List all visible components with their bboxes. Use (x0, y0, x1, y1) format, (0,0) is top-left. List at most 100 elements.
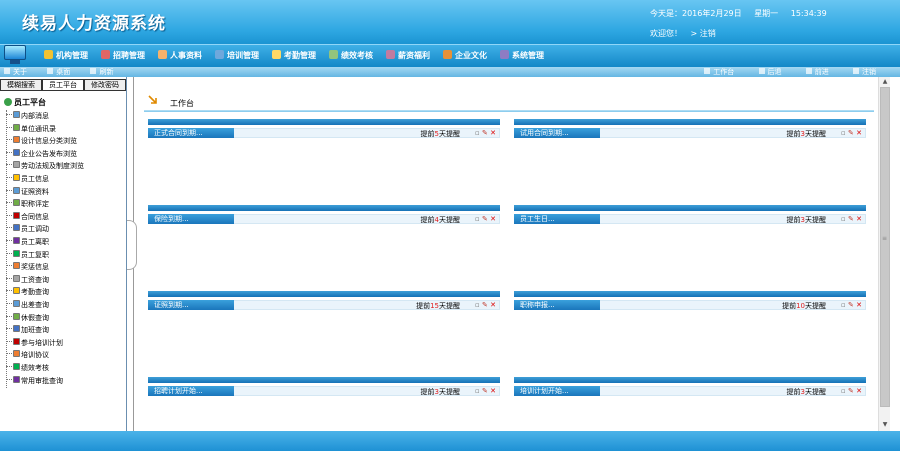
menu-item-0[interactable]: 机构管理 (44, 50, 88, 61)
menu-item-1[interactable]: 招聘管理 (101, 50, 145, 61)
minimize-icon[interactable]: ▫ (475, 387, 480, 395)
tree-item[interactable]: 工资查询 (6, 274, 49, 285)
tree-root[interactable]: 员工平台 (4, 97, 46, 108)
panel-title[interactable]: 职称申报... (514, 300, 600, 310)
tab-change-password[interactable]: 修改密码 (84, 79, 126, 91)
close-icon[interactable]: ✕ (490, 215, 496, 223)
refresh-button[interactable]: 刷新 (90, 68, 113, 76)
tree-item[interactable]: 设计信息分类浏览 (6, 136, 77, 146)
tree-item-icon (13, 211, 20, 219)
tree-item[interactable]: 加班查询 (6, 325, 49, 335)
home-icon (704, 68, 711, 74)
tab-employee-platform[interactable]: 员工平台 (42, 79, 84, 91)
header: 续易人力资源系统 今天是：2016年2月29日 星期一 15:34:39 欢迎您… (0, 0, 900, 44)
monitor-icon (4, 45, 26, 65)
minimize-icon[interactable]: ▫ (841, 129, 846, 137)
close-icon[interactable]: ✕ (490, 129, 496, 137)
today-date: 今天是：2016年2月29日 (650, 9, 742, 18)
reminder-panel: 保险到期... 提前4天提醒 ▫ ✎ ✕ (148, 205, 500, 285)
menu-item-3[interactable]: 培训管理 (215, 50, 259, 61)
minimize-icon[interactable]: ▫ (841, 387, 846, 395)
tree-item[interactable]: 奖惩信息 (6, 262, 49, 272)
close-icon[interactable]: ✕ (490, 301, 496, 309)
edit-icon[interactable]: ✎ (482, 387, 488, 395)
tree-item[interactable]: 休假查询 (6, 312, 49, 323)
menu-item-5[interactable]: 绩效考核 (329, 50, 373, 61)
minimize-icon[interactable]: ▫ (475, 301, 480, 309)
tree-item[interactable]: 参与培训计划 (6, 337, 63, 348)
panel-title[interactable]: 员工生日... (514, 214, 600, 224)
minimize-icon[interactable]: ▫ (841, 301, 846, 309)
tree-item[interactable]: 员工信息 (6, 174, 49, 184)
panel-title[interactable]: 保险到期... (148, 214, 234, 224)
tree-item[interactable]: 培训协议 (6, 350, 49, 360)
tree-item-label: 绩效考核 (21, 364, 49, 372)
close-icon[interactable]: ✕ (856, 129, 862, 137)
desktop-button[interactable]: 桌面 (47, 68, 70, 76)
edit-icon[interactable]: ✎ (482, 301, 488, 309)
logout-link[interactable]: > 注销 (691, 29, 716, 38)
tree-item-label: 职称评定 (21, 200, 49, 209)
panel-title[interactable]: 正式合同到期... (148, 128, 234, 138)
tree-item[interactable]: 劳动法规及制度浏览 (6, 161, 84, 171)
reminder-setting: 提前3天提醒 (786, 388, 826, 396)
back-icon (758, 68, 765, 74)
tree-item[interactable]: 绩效考核 (6, 363, 49, 373)
edit-icon[interactable]: ✎ (848, 129, 854, 137)
scroll-down-icon[interactable]: ▼ (881, 422, 889, 428)
menu-item-2[interactable]: 人事资料 (158, 50, 202, 61)
tree-item-icon (13, 249, 20, 257)
menu-icon (329, 50, 338, 59)
forward-button[interactable]: 前进 (805, 68, 829, 76)
welcome-text: 欢迎您！ (650, 29, 682, 38)
close-icon[interactable]: ✕ (856, 387, 862, 395)
tree-item[interactable]: 证照资料 (6, 186, 49, 197)
menu-item-4[interactable]: 考勤管理 (272, 50, 316, 61)
tree-item[interactable]: 常用审批查询 (6, 375, 63, 386)
workbench-button[interactable]: 工作台 (704, 68, 734, 76)
tree-item-icon (13, 287, 20, 295)
sidebar-collapse-handle[interactable] (127, 220, 137, 270)
tree-item-icon (13, 123, 20, 131)
tree-item[interactable]: 企业公告发布浏览 (6, 148, 77, 159)
logout-icon (853, 68, 859, 74)
tree-item[interactable]: 考勤查询 (6, 287, 49, 297)
about-button[interactable]: 关于 (4, 68, 27, 76)
edit-icon[interactable]: ✎ (482, 129, 488, 137)
close-icon[interactable]: ✕ (856, 215, 862, 223)
tree-item[interactable]: 单位通讯录 (6, 123, 56, 134)
scroll-thumb[interactable] (880, 87, 890, 407)
edit-icon[interactable]: ✎ (848, 387, 854, 395)
panel-title[interactable]: 试用合同到期... (514, 128, 600, 138)
panel-title[interactable]: 证照到期... (148, 300, 234, 310)
tree-item[interactable]: 出差查询 (6, 300, 49, 310)
edit-icon[interactable]: ✎ (482, 215, 488, 223)
tree-item[interactable]: 合同信息 (6, 211, 49, 222)
panel-title[interactable]: 招聘计划开始... (148, 386, 234, 396)
logout-button[interactable]: 注销 (853, 68, 876, 76)
minimize-icon[interactable]: ▫ (475, 215, 480, 223)
tree-item[interactable]: 职称评定 (6, 199, 49, 209)
tree-item[interactable]: 员工调动 (6, 224, 49, 234)
minimize-icon[interactable]: ▫ (475, 129, 480, 137)
minimize-icon[interactable]: ▫ (841, 215, 846, 223)
tab-fuzzy-search[interactable]: 模糊搜索 (0, 79, 42, 91)
sub-toolbar: 关于 桌面 刷新 工作台 后退 前进 注销 (0, 67, 900, 77)
menu-item-6[interactable]: 薪资福利 (386, 50, 430, 61)
panel-title[interactable]: 培训计划开始... (514, 386, 600, 396)
tree-item[interactable]: 员工离职 (6, 237, 49, 247)
edit-icon[interactable]: ✎ (848, 301, 854, 309)
vertical-scrollbar[interactable]: ▲ ≡ ▼ (878, 77, 890, 431)
close-icon[interactable]: ✕ (490, 387, 496, 395)
close-icon[interactable]: ✕ (856, 301, 862, 309)
footer-bar (0, 431, 900, 451)
reminder-setting: 提前15天提醒 (416, 302, 460, 310)
menu-item-8[interactable]: 系统管理 (500, 50, 544, 61)
tree-item[interactable]: 内部消息 (6, 111, 49, 121)
tree-item[interactable]: 员工复职 (6, 249, 49, 260)
edit-icon[interactable]: ✎ (848, 215, 854, 223)
menu-item-7[interactable]: 企业文化 (443, 50, 487, 61)
tree-item-icon (13, 262, 20, 270)
scroll-up-icon[interactable]: ▲ (881, 79, 889, 85)
back-button[interactable]: 后退 (758, 68, 782, 76)
